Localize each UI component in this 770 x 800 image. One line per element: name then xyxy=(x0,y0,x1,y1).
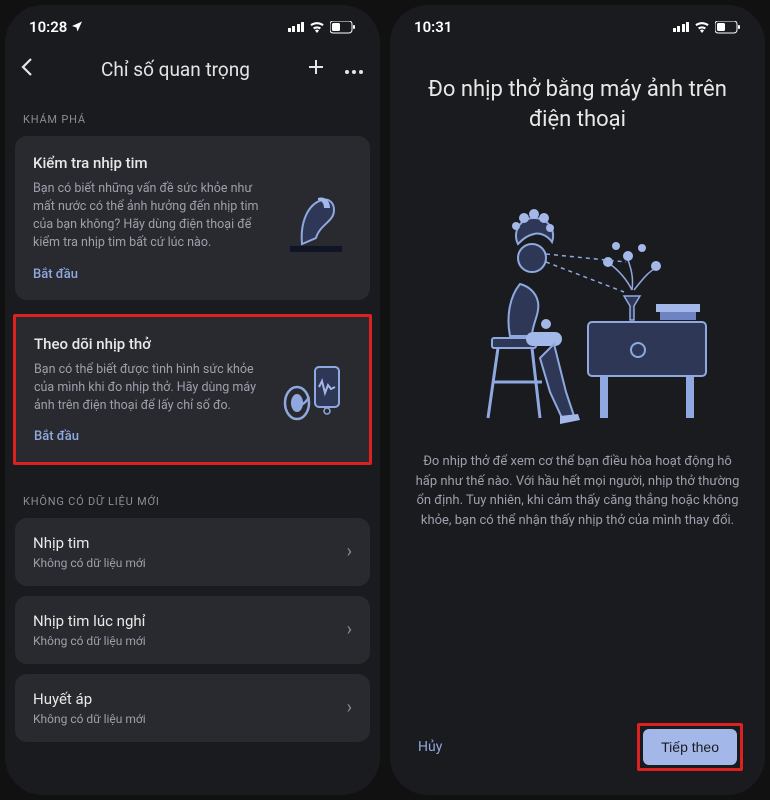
card-action[interactable]: Bắt đầu xyxy=(33,267,268,282)
status-time: 10:31 xyxy=(414,18,452,36)
metric-sub: Không có dữ liệu mới xyxy=(33,712,146,726)
back-icon[interactable] xyxy=(21,57,45,81)
section-no-new: KHÔNG CÓ DỮ LIỆU MỚI xyxy=(5,479,380,518)
chevron-right-icon: › xyxy=(347,619,352,640)
metric-sub: Không có dữ liệu mới xyxy=(33,556,146,570)
cancel-button[interactable]: Hủy xyxy=(412,729,448,765)
highlight-box: Tiếp theo xyxy=(637,723,743,771)
card-respiratory[interactable]: Theo dõi nhịp thở Bạn có thể biết được t… xyxy=(13,314,372,465)
plus-icon[interactable] xyxy=(306,57,326,81)
onboard-illustration-icon xyxy=(438,172,718,432)
respiratory-illustration-icon xyxy=(279,353,351,425)
wifi-icon xyxy=(309,21,325,33)
onboard-title: Đo nhịp thở bằng máy ảnh trên điện thoại xyxy=(390,49,765,144)
next-button[interactable]: Tiếp theo xyxy=(643,729,737,765)
metric-blood-pressure[interactable]: Huyết áp Không có dữ liệu mới › xyxy=(15,674,370,742)
chevron-right-icon: › xyxy=(347,541,352,562)
location-arrow-icon xyxy=(71,18,83,36)
metric-sub: Không có dữ liệu mới xyxy=(33,634,146,648)
metric-title: Nhịp tim lúc nghỉ xyxy=(33,612,146,630)
card-heart-rate[interactable]: Kiểm tra nhịp tim Bạn có biết những vấn … xyxy=(15,136,370,300)
signal-icon xyxy=(288,22,305,32)
signal-icon xyxy=(673,22,690,32)
status-time: 10:28 xyxy=(29,18,67,36)
metric-title: Nhịp tim xyxy=(33,534,146,552)
wifi-icon xyxy=(694,21,710,33)
heart-rate-illustration-icon xyxy=(280,182,352,254)
battery-icon xyxy=(715,21,741,34)
phone-screen-vitals: 10:28 Chỉ số quan trọng KHÁM P xyxy=(5,5,380,795)
card-desc: Bạn có biết những vấn đề sức khỏe như mấ… xyxy=(33,180,268,253)
status-bar: 10:31 xyxy=(390,5,765,49)
card-title: Kiểm tra nhịp tim xyxy=(33,154,268,172)
onboard-desc: Đo nhịp thở để xem cơ thể bạn điều hòa h… xyxy=(390,452,765,530)
phone-screen-onboard: 10:31 Đo nhịp thở bằng máy ảnh trên điện… xyxy=(390,5,765,795)
metric-resting-hr[interactable]: Nhịp tim lúc nghỉ Không có dữ liệu mới › xyxy=(15,596,370,664)
card-desc: Bạn có thể biết được tình hình sức khỏe … xyxy=(34,361,267,415)
chevron-right-icon: › xyxy=(347,697,352,718)
section-explore: KHÁM PHÁ xyxy=(5,97,380,136)
more-icon[interactable] xyxy=(344,60,364,79)
metric-heart-rate[interactable]: Nhịp tim Không có dữ liệu mới › xyxy=(15,518,370,586)
card-action[interactable]: Bắt đầu xyxy=(34,429,267,444)
page-title: Chỉ số quan trọng xyxy=(45,58,306,81)
metric-title: Huyết áp xyxy=(33,690,146,708)
battery-icon xyxy=(330,21,356,34)
onboard-footer: Hủy Tiếp theo xyxy=(390,723,765,771)
nav-bar: Chỉ số quan trọng xyxy=(5,49,380,97)
card-title: Theo dõi nhịp thở xyxy=(34,335,267,353)
status-bar: 10:28 xyxy=(5,5,380,49)
